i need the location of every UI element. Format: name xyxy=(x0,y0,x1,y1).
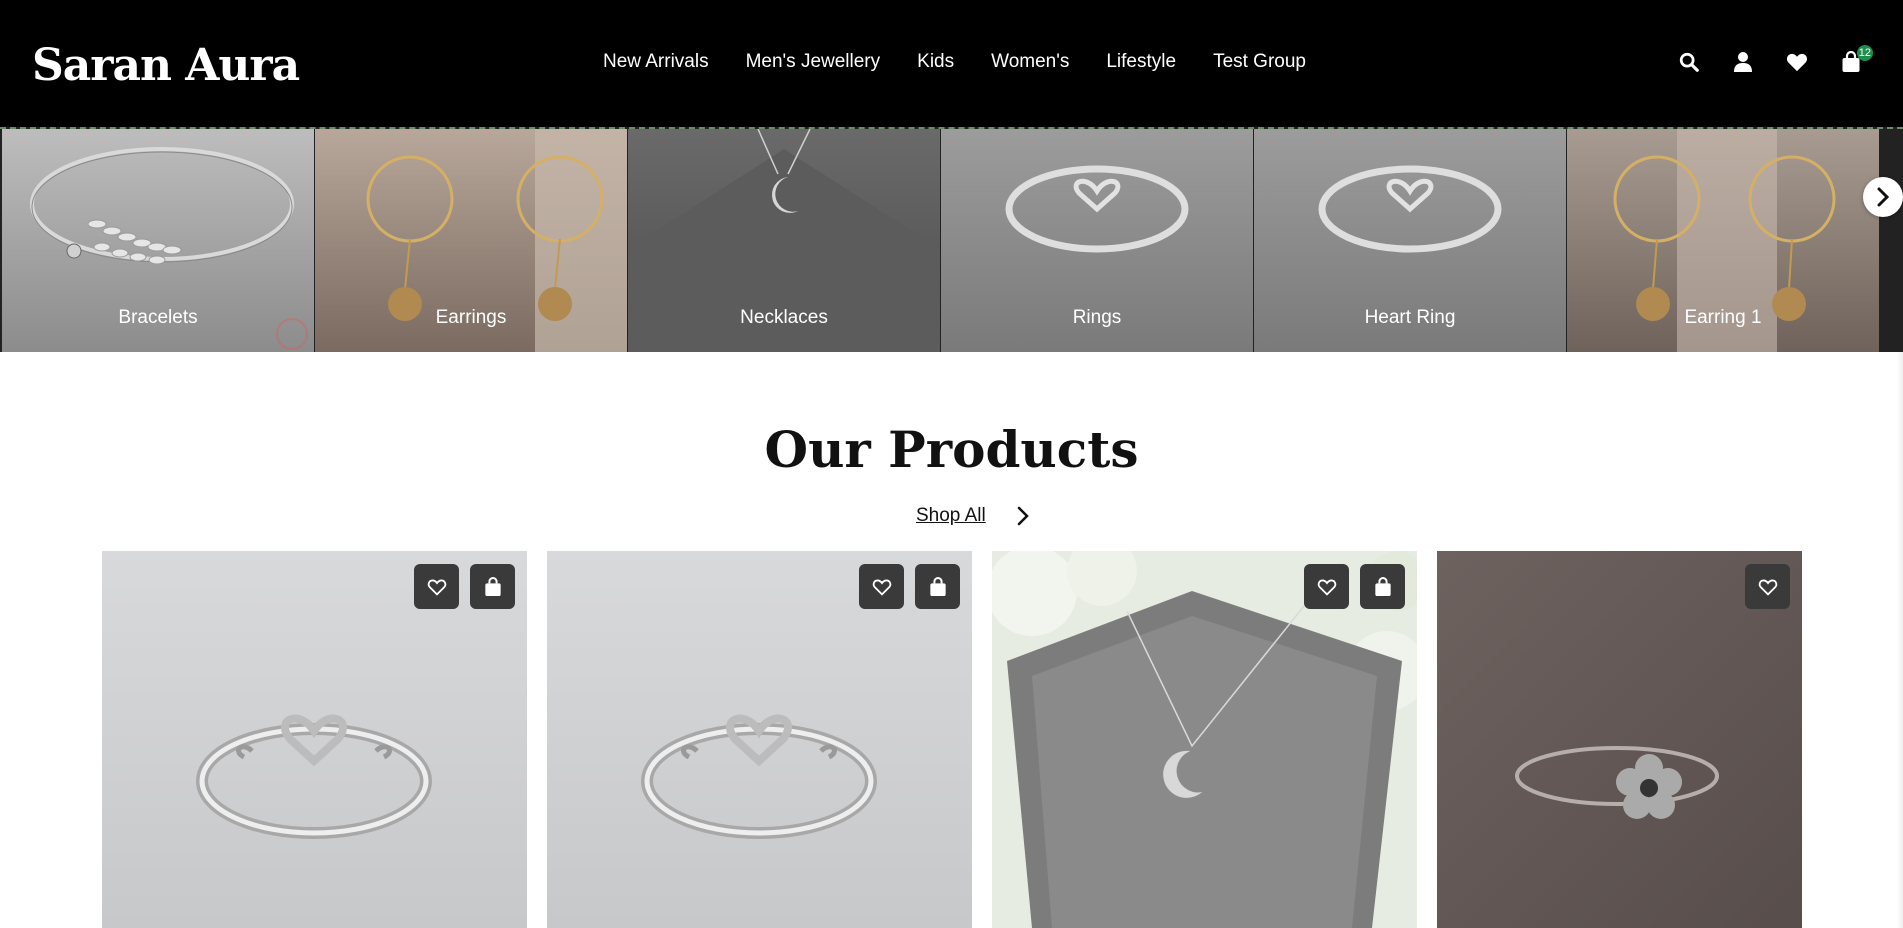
nav-lifestyle[interactable]: Lifestyle xyxy=(1106,48,1176,76)
heart-outline-icon xyxy=(872,579,891,596)
add-to-cart-button[interactable] xyxy=(1360,564,1405,609)
category-card[interactable]: Earrings xyxy=(315,129,627,352)
heart-outline-icon xyxy=(1758,579,1777,596)
shop-all-link-row: Shop All xyxy=(916,505,1030,527)
category-card[interactable]: Rings xyxy=(941,129,1253,352)
heart-outline-icon xyxy=(1317,579,1336,596)
nav-womens[interactable]: Women's xyxy=(991,48,1069,76)
nav-test-group[interactable]: Test Group xyxy=(1213,48,1306,76)
nav-mens-jewellery[interactable]: Men's Jewellery xyxy=(746,48,881,76)
product-card[interactable] xyxy=(547,551,972,928)
bag-icon xyxy=(484,576,501,596)
header-icons: 12 xyxy=(1675,45,1873,76)
heart-outline-icon xyxy=(427,579,446,596)
chevron-right-icon[interactable] xyxy=(1016,506,1030,526)
site-logo[interactable]: Saran Aura xyxy=(32,36,300,96)
category-card[interactable]: Bracelets xyxy=(2,129,314,352)
search-icon[interactable] xyxy=(1675,48,1703,76)
add-to-wishlist-button[interactable] xyxy=(1745,564,1790,609)
category-card[interactable]: Earring 1 xyxy=(1567,129,1879,352)
bag-icon xyxy=(929,576,946,596)
carousel-next-button[interactable] xyxy=(1863,177,1903,217)
chevron-right-icon xyxy=(1877,187,1890,207)
category-carousel: Bracelets Earrings Necklaces Rings Heart… xyxy=(0,127,1903,352)
section-title: Our Products xyxy=(764,420,1139,479)
shop-all-link[interactable]: Shop All xyxy=(916,505,986,527)
product-grid xyxy=(102,551,1802,928)
add-to-wishlist-button[interactable] xyxy=(414,564,459,609)
add-to-cart-button[interactable] xyxy=(470,564,515,609)
category-label: Rings xyxy=(1072,307,1122,328)
heart-icon[interactable] xyxy=(1783,48,1811,76)
product-card[interactable] xyxy=(1437,551,1802,928)
site-header: Saran Aura New Arrivals Men's Jewellery … xyxy=(0,0,1903,127)
add-to-wishlist-button[interactable] xyxy=(1304,564,1349,609)
nav-new-arrivals[interactable]: New Arrivals xyxy=(603,48,709,76)
add-to-wishlist-button[interactable] xyxy=(859,564,904,609)
page-edge-shadow xyxy=(1897,352,1903,928)
cart-count-badge: 12 xyxy=(1856,45,1873,61)
nav-kids[interactable]: Kids xyxy=(917,48,954,76)
category-label: Earring 1 xyxy=(1684,307,1762,328)
category-label: Necklaces xyxy=(740,307,828,328)
main-nav: New Arrivals Men's Jewellery Kids Women'… xyxy=(603,48,1343,76)
bag-icon xyxy=(1374,576,1391,596)
category-card[interactable]: Necklaces xyxy=(628,129,940,352)
category-card[interactable]: Heart Ring xyxy=(1254,129,1566,352)
category-label: Heart Ring xyxy=(1364,307,1456,328)
category-label: Bracelets xyxy=(118,307,198,328)
add-to-cart-button[interactable] xyxy=(915,564,960,609)
product-card[interactable] xyxy=(992,551,1417,928)
user-icon[interactable] xyxy=(1729,48,1757,76)
category-label: Earrings xyxy=(435,307,507,328)
bag-icon[interactable]: 12 xyxy=(1837,45,1873,76)
product-card[interactable] xyxy=(102,551,527,928)
